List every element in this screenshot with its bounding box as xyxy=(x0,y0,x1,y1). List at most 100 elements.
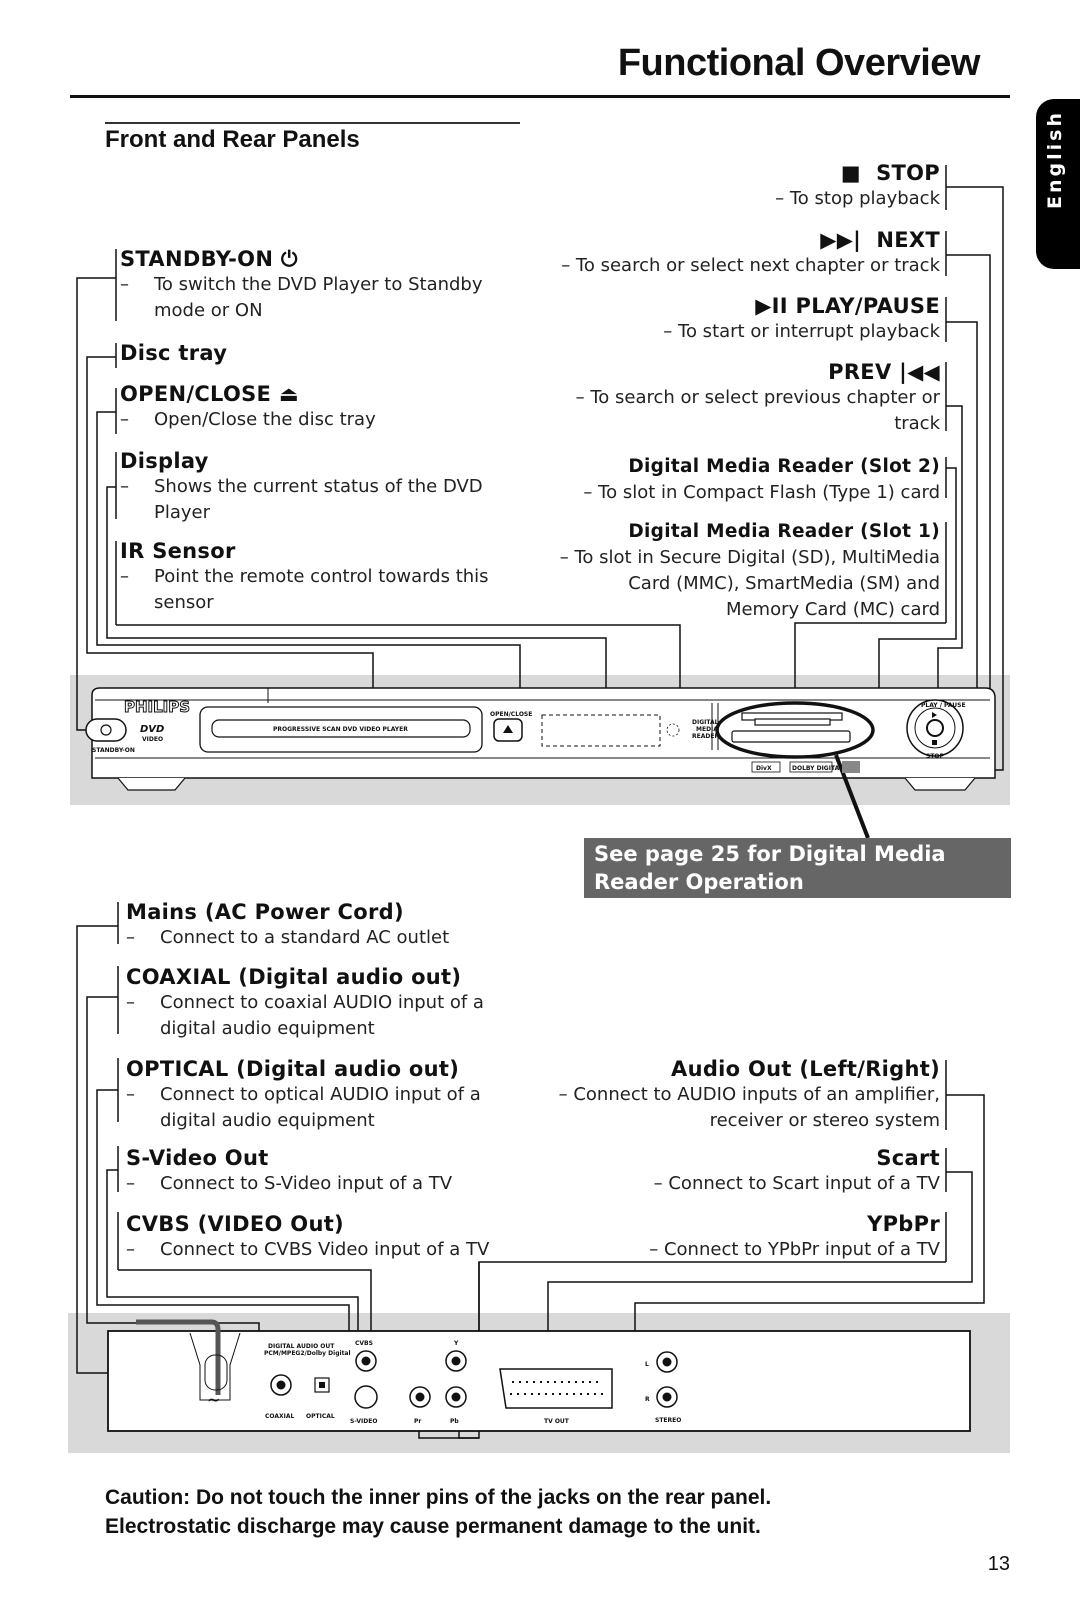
scart-connector xyxy=(499,1368,613,1409)
label-title: Disc tray xyxy=(120,341,228,365)
caution-line-2: Electrostatic discharge may cause perman… xyxy=(105,1515,761,1538)
standby-button xyxy=(85,718,127,742)
optical-device-label: OPTICAL xyxy=(306,1413,335,1420)
label-desc: To stop playback xyxy=(500,186,940,212)
label-title: STOP xyxy=(876,161,940,185)
ac-symbol: ~ xyxy=(207,1390,220,1409)
label-desc: Connect to AUDIO inputs of an amplifier,… xyxy=(540,1082,940,1134)
y-device-label: Y xyxy=(453,1340,459,1347)
label-title: Digital Media Reader (Slot 2) xyxy=(628,456,940,477)
label-next: ▶▶| NEXT To search or select next chapte… xyxy=(500,227,946,279)
label-desc: Connect to YPbPr input of a TV xyxy=(540,1237,940,1263)
label-stop: ■ STOP To stop playback xyxy=(500,160,946,212)
reader-label-3: READER xyxy=(692,733,719,740)
label-desc: To search or select previous chapter or … xyxy=(540,385,940,437)
label-desc: To switch the DVD Player to Standby mode… xyxy=(120,272,520,324)
label-scart: Scart Connect to Scart input of a TV xyxy=(540,1145,946,1197)
label-media-reader-slot-1: Digital Media Reader (Slot 1) To slot in… xyxy=(550,519,946,623)
label-audio-out: Audio Out (Left/Right) Connect to AUDIO … xyxy=(540,1056,946,1134)
eject-icon: ⏏ xyxy=(278,382,299,406)
label-title: OPTICAL (Digital audio out) xyxy=(126,1057,460,1081)
svideo-jack xyxy=(354,1385,378,1409)
label-title: Digital Media Reader (Slot 1) xyxy=(628,521,940,542)
label-title: Display xyxy=(120,449,209,473)
label-title: STANDBY-ON xyxy=(120,247,274,271)
front-panel-device: STANDBY-ON PHILIPS DVD VIDEO PROGRESSIVE… xyxy=(85,687,996,839)
play-pause-device-label: PLAY / PAUSE xyxy=(921,702,966,709)
coaxial-device-label: COAXIAL xyxy=(265,1413,294,1420)
tv-out-device-label: TV OUT xyxy=(544,1418,570,1425)
page-number: 13 xyxy=(987,1553,1010,1575)
label-ir-sensor: IR Sensor Point the remote control towar… xyxy=(114,538,520,616)
label-disc-tray: Disc tray xyxy=(114,340,520,366)
label-title: Audio Out (Left/Right) xyxy=(671,1057,940,1081)
label-title: Scart xyxy=(876,1146,940,1170)
label-desc: Connect to Scart input of a TV xyxy=(540,1171,940,1197)
dvd-logo: DVD xyxy=(140,724,164,735)
power-icon: ⏻ xyxy=(280,247,298,271)
label-desc: Shows the current status of the DVD Play… xyxy=(120,474,520,526)
divx-logo: DivX xyxy=(756,765,772,772)
dolby-logo: DOLBY DIGITAL xyxy=(792,765,843,772)
tray-text: PROGRESSIVE SCAN DVD VIDEO PLAYER xyxy=(273,726,408,733)
reader-label-2: MEDIA xyxy=(696,726,718,733)
digital-media-reader-callout: See page 25 for Digital Media Reader Ope… xyxy=(584,838,1011,898)
cvbs-device-label: CVBS xyxy=(355,1340,373,1347)
label-desc: To slot in Secure Digital (SD), MultiMed… xyxy=(550,545,940,623)
label-media-reader-slot-2: Digital Media Reader (Slot 2) To slot in… xyxy=(500,454,946,506)
label-desc: To search or select next chapter or trac… xyxy=(500,253,940,279)
reader-label-1: DIGITAL xyxy=(692,719,719,726)
label-desc: To slot in Compact Flash (Type 1) card xyxy=(500,480,940,506)
r-device-label: R xyxy=(645,1396,650,1403)
label-desc: Open/Close the disc tray xyxy=(120,407,520,433)
next-icon: ▶▶| xyxy=(820,228,862,252)
label-prev: PREV |◀◀ To search or select previous ch… xyxy=(540,359,946,437)
standby-device-label: STANDBY-ON xyxy=(92,747,135,754)
l-device-label: L xyxy=(645,1361,649,1368)
label-display: Display Shows the current status of the … xyxy=(114,448,520,526)
label-play-pause: ▶II PLAY/PAUSE To start or interrupt pla… xyxy=(500,293,946,345)
label-ypbpr: YPbPr Connect to YPbPr input of a TV xyxy=(540,1211,946,1263)
label-desc: Connect to S-Video input of a TV xyxy=(126,1171,546,1197)
center-button xyxy=(926,719,944,737)
svideo-device-label: S-VIDEO xyxy=(350,1418,377,1425)
open-close-device-label: OPEN/CLOSE xyxy=(490,711,532,718)
pr-device-label: Pr xyxy=(414,1418,421,1425)
label-title: PLAY/PAUSE xyxy=(795,294,940,318)
stereo-device-label: STEREO xyxy=(655,1417,681,1424)
label-title: IR Sensor xyxy=(120,539,236,563)
rear-panel-device: ~ DIGITAL AUDIO OUT PCM/MPEG2/Dolby Digi… xyxy=(107,1319,971,1432)
digital-audio-sub-label: PCM/MPEG2/Dolby Digital xyxy=(264,1350,351,1357)
label-optical: OPTICAL (Digital audio out) Connect to o… xyxy=(120,1056,526,1134)
label-title: Mains (AC Power Cord) xyxy=(126,900,404,924)
pb-device-label: Pb xyxy=(450,1418,459,1425)
label-title: S-Video Out xyxy=(126,1146,269,1170)
label-desc: Connect to coaxial AUDIO input of a digi… xyxy=(126,990,526,1042)
label-title: YPbPr xyxy=(867,1212,940,1236)
stop-device-label: STOP xyxy=(926,753,945,760)
label-cvbs: CVBS (VIDEO Out) Connect to CVBS Video i… xyxy=(120,1211,546,1263)
digital-audio-out-label: DIGITAL AUDIO OUT xyxy=(268,1343,335,1350)
label-mains: Mains (AC Power Cord) Connect to a stand… xyxy=(120,899,546,951)
label-desc: Connect to CVBS Video input of a TV xyxy=(126,1237,546,1263)
label-title: OPEN/CLOSE xyxy=(120,382,272,406)
label-title: NEXT xyxy=(876,228,940,252)
label-title: PREV xyxy=(828,360,892,384)
label-standby-on: STANDBY-ON ⏻ To switch the DVD Player to… xyxy=(114,246,520,324)
card-slot-1 xyxy=(731,730,851,743)
label-desc: To start or interrupt playback xyxy=(500,319,940,345)
label-desc: Connect to a standard AC outlet xyxy=(126,925,546,951)
play-pause-icon: ▶II xyxy=(755,294,788,318)
brand-logo: PHILIPS xyxy=(124,698,190,716)
dvd-logo-sub: VIDEO xyxy=(142,736,163,743)
label-desc: Point the remote control towards this se… xyxy=(120,564,520,616)
label-title: COAXIAL (Digital audio out) xyxy=(126,965,462,989)
cd-logo xyxy=(842,761,860,773)
label-s-video: S-Video Out Connect to S-Video input of … xyxy=(120,1145,546,1197)
label-coaxial: COAXIAL (Digital audio out) Connect to c… xyxy=(120,964,526,1042)
caution-note: Caution: Do not touch the inner pins of … xyxy=(105,1483,771,1541)
stop-icon: ■ xyxy=(840,161,861,185)
label-open-close: OPEN/CLOSE ⏏ Open/Close the disc tray xyxy=(114,381,520,433)
label-title: CVBS (VIDEO Out) xyxy=(126,1212,344,1236)
prev-icon: |◀◀ xyxy=(899,360,940,384)
